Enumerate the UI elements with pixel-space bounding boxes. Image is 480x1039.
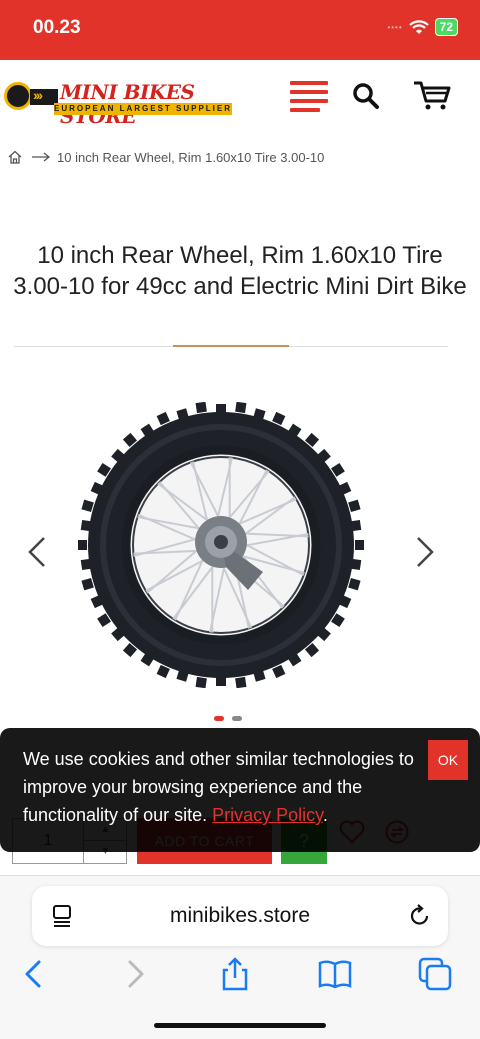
logo-tire-icon: [4, 82, 32, 110]
logo[interactable]: MINI BIKES STORE EUROPEAN LARGEST SUPPLI…: [4, 80, 233, 128]
gallery-dots: [214, 716, 242, 721]
status-time: 00.23: [33, 17, 81, 38]
chevron-right-icon[interactable]: [414, 535, 436, 569]
home-icon[interactable]: [8, 150, 22, 164]
share-icon[interactable]: [218, 957, 252, 991]
site-header: MINI BIKES STORE EUROPEAN LARGEST SUPPLI…: [0, 60, 480, 135]
product-image-wheel[interactable]: [78, 402, 364, 688]
tabs-icon[interactable]: [418, 957, 452, 991]
gallery-dot[interactable]: [232, 716, 242, 721]
cookie-banner: We use cookies and other similar technol…: [0, 728, 480, 852]
bookmarks-icon[interactable]: [318, 957, 352, 991]
title-accent-divider: [173, 345, 289, 347]
home-indicator: [154, 1023, 326, 1028]
breadcrumb: 10 inch Rear Wheel, Rim 1.60x10 Tire 3.0…: [8, 146, 324, 168]
product-title: 10 inch Rear Wheel, Rim 1.60x10 Tire 3.0…: [13, 242, 467, 300]
cookie-ok-button[interactable]: OK: [428, 740, 468, 780]
status-bar: 00.23 •••• 72: [0, 0, 480, 60]
search-icon[interactable]: [352, 82, 380, 110]
wifi-icon: [408, 19, 429, 34]
privacy-policy-link[interactable]: Privacy Policy: [212, 805, 323, 825]
logo-subtitle: EUROPEAN LARGEST SUPPLIER: [54, 103, 233, 115]
chevron-left-icon[interactable]: [26, 535, 48, 569]
address-bar[interactable]: minibikes.store: [32, 886, 448, 946]
product-gallery: [0, 380, 480, 721]
browser-toolbar: minibikes.store: [0, 875, 480, 1039]
forward-icon[interactable]: [119, 957, 153, 991]
reload-icon[interactable]: [408, 904, 432, 928]
cookie-message: We use cookies and other similar technol…: [23, 749, 414, 825]
gallery-dot[interactable]: [214, 716, 224, 721]
menu-icon[interactable]: [290, 81, 328, 112]
arrow-right-icon: [32, 152, 50, 162]
signal-icon: ••••: [387, 22, 403, 32]
status-indicators: •••• 72: [387, 18, 458, 36]
back-icon[interactable]: [16, 957, 50, 991]
battery-icon: 72: [434, 18, 458, 36]
breadcrumb-current: 10 inch Rear Wheel, Rim 1.60x10 Tire 3.0…: [57, 149, 325, 165]
url-text: minibikes.store: [169, 904, 311, 927]
cart-icon[interactable]: [412, 80, 452, 112]
